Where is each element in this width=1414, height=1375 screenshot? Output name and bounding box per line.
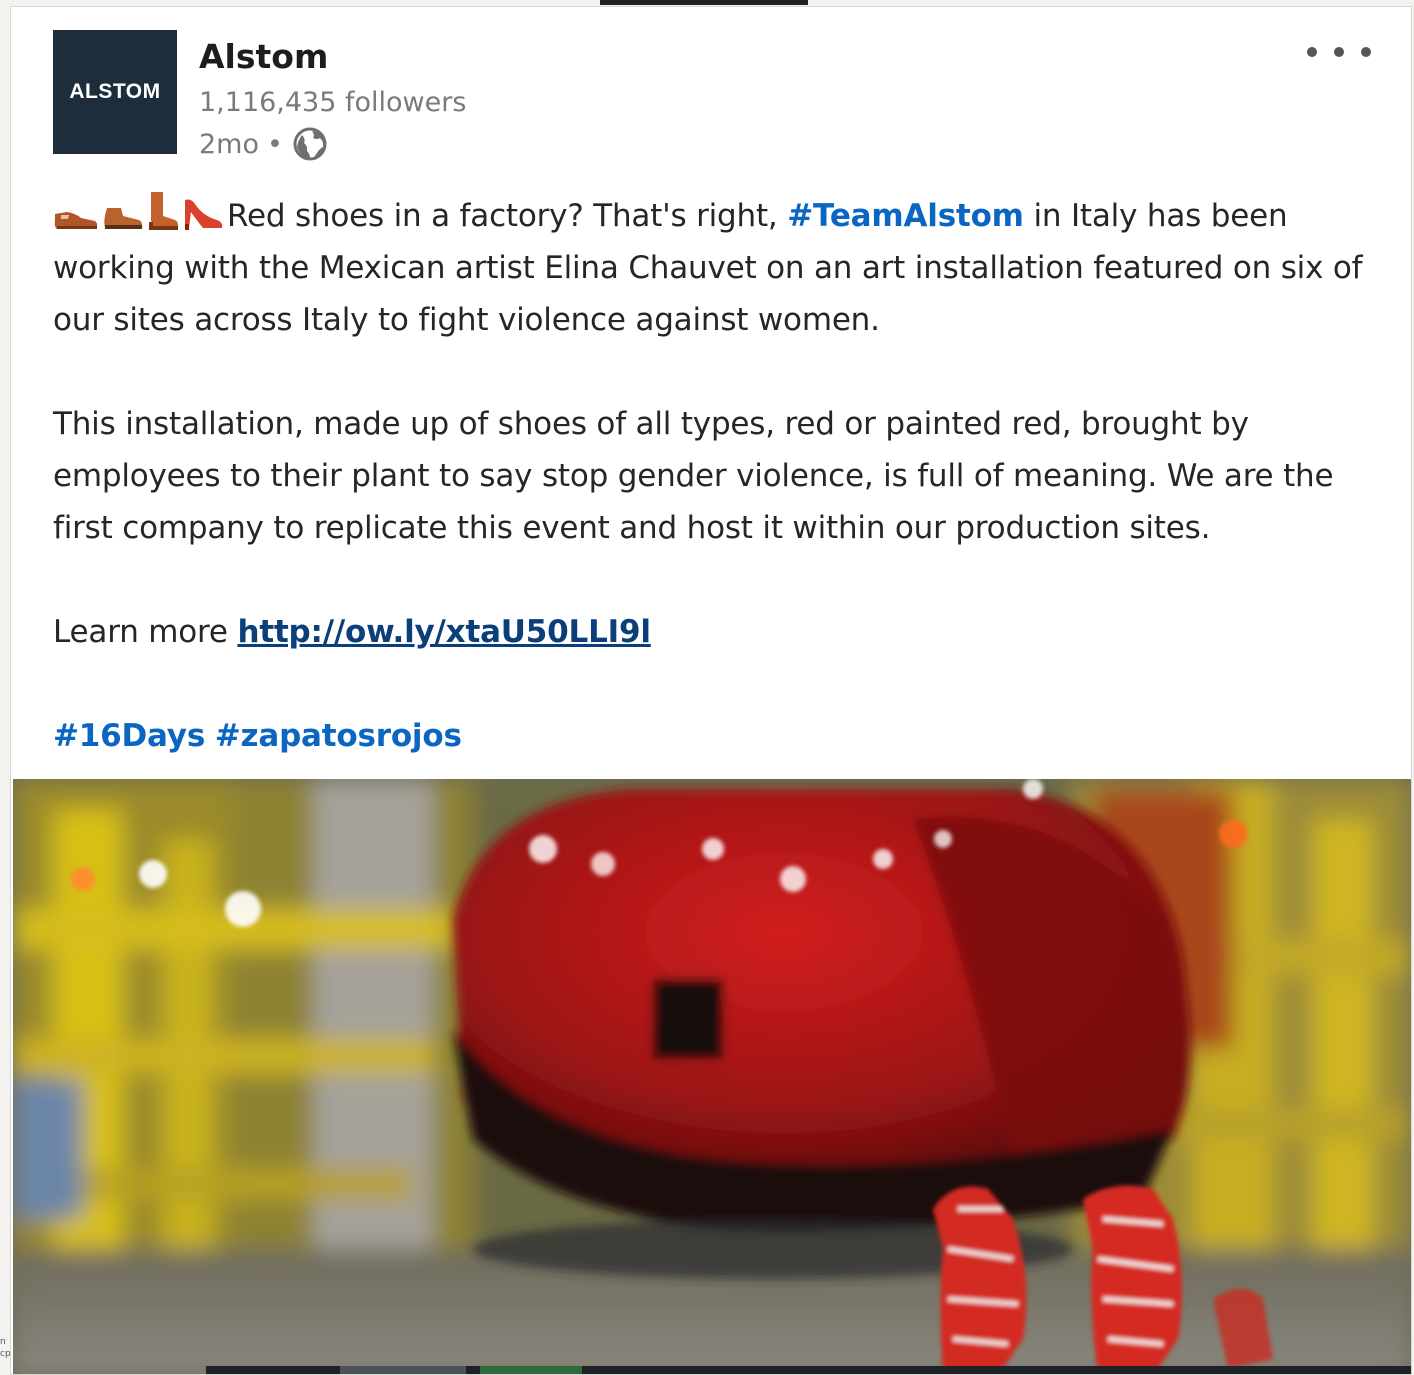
hashtag-zapatosrojos[interactable]: #zapatosrojos bbox=[215, 718, 462, 754]
learn-more-link[interactable]: http://ow.ly/xtaU50LLI9l bbox=[237, 614, 651, 650]
hiking-boot-icon bbox=[104, 208, 143, 229]
post-paragraph-1: Red shoes in a factory? That's right, #T… bbox=[53, 190, 1393, 346]
high-heeled-shoe-icon bbox=[185, 199, 223, 230]
scrollbar-segment bbox=[340, 1366, 466, 1374]
more-dot bbox=[1361, 47, 1371, 57]
post-meta: 2mo • bbox=[199, 127, 327, 161]
more-options-icon[interactable] bbox=[1307, 37, 1371, 67]
meta-separator: • bbox=[267, 128, 283, 160]
womans-boot-icon bbox=[149, 192, 179, 230]
company-name[interactable]: Alstom bbox=[199, 37, 328, 76]
shoe-emojis bbox=[53, 190, 225, 232]
logo-text: ALSTOM bbox=[69, 80, 161, 103]
hashtag-16days[interactable]: #16Days bbox=[53, 718, 205, 754]
post-text: Red shoes in a factory? That's right, #T… bbox=[53, 190, 1393, 762]
post-paragraph-2: This installation, made up of shoes of a… bbox=[53, 406, 1334, 546]
post-time: 2mo bbox=[199, 128, 259, 160]
bottom-scrollbar bbox=[206, 1366, 1411, 1374]
hashtag-teamalstom[interactable]: #TeamAlstom bbox=[787, 198, 1024, 234]
hashtags-line: #16Days #zapatosrojos bbox=[53, 710, 1393, 762]
globe-icon bbox=[293, 127, 327, 161]
post-card: ALSTOM Alstom 1,116,435 followers 2mo • bbox=[10, 6, 1412, 1375]
learn-more-line: Learn more http://ow.ly/xtaU50LLI9l bbox=[53, 614, 651, 650]
edge-fragment-text: n cp bbox=[0, 1337, 11, 1359]
top-tab-indicator bbox=[600, 0, 808, 5]
scrollbar-segment-active bbox=[480, 1366, 582, 1374]
more-dot bbox=[1307, 47, 1317, 57]
followers-count: 1,116,435 followers bbox=[199, 87, 467, 118]
post-image[interactable] bbox=[13, 779, 1411, 1374]
company-logo[interactable]: ALSTOM bbox=[53, 30, 177, 154]
more-dot bbox=[1334, 47, 1344, 57]
mans-shoe-icon bbox=[54, 212, 98, 229]
